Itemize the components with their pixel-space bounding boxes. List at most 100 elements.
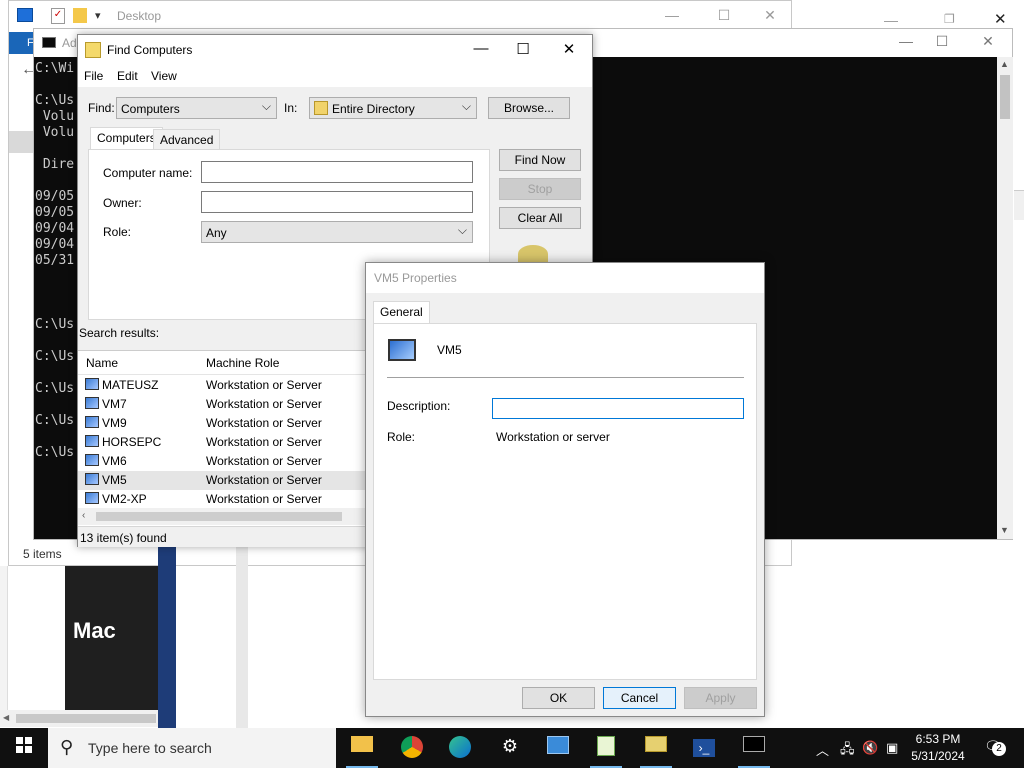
notification-badge: 2	[992, 742, 1006, 756]
directory-icon	[314, 101, 328, 115]
ok-button[interactable]: OK	[522, 687, 595, 709]
cancel-button[interactable]: Cancel	[603, 687, 676, 709]
separator	[387, 377, 744, 378]
computer-name: VM5	[437, 343, 462, 357]
start-button[interactable]	[0, 728, 48, 768]
tab-general[interactable]: General	[373, 301, 430, 324]
in-label: In:	[284, 101, 298, 115]
bg-close-button[interactable]: ✕	[994, 10, 1007, 28]
role-select[interactable]: Any ⌵	[201, 221, 473, 243]
cmd-close-button[interactable]: ✕	[968, 33, 1008, 50]
table-row-selected[interactable]: VM5 Workstation or Server	[78, 471, 366, 490]
notification-center-button[interactable]: 🗨 2	[984, 738, 1006, 756]
find-now-button[interactable]: Find Now	[499, 149, 581, 171]
results-horizontal-scrollbar[interactable]: ‹	[78, 508, 366, 525]
desktop-left-strip	[0, 566, 8, 710]
powershell-taskbar-button[interactable]: ›_	[680, 728, 728, 768]
description-label: Description:	[387, 399, 451, 413]
find-minimize-button[interactable]: —	[458, 40, 504, 57]
row-role: Workstation or Server	[206, 454, 322, 468]
console-line: Volu	[35, 109, 75, 124]
notepad-taskbar-button[interactable]	[582, 728, 630, 768]
in-location-select[interactable]: Entire Directory ⌵	[309, 97, 477, 119]
in-location-value: Entire Directory	[332, 102, 415, 116]
properties-icon[interactable]: ✓	[51, 8, 65, 24]
bg-minimize-button[interactable]: —	[884, 12, 898, 28]
scroll-left-icon[interactable]: ◀	[3, 713, 9, 722]
ribbon-file-tab[interactable]: F	[9, 32, 35, 54]
cmd-scroll-thumb[interactable]	[1000, 75, 1010, 119]
clock[interactable]: 6:53 PM 5/31/2024	[906, 731, 970, 765]
clear-all-button[interactable]: Clear All	[499, 207, 581, 229]
menu-edit[interactable]: Edit	[117, 69, 138, 83]
cmd-vertical-scrollbar[interactable]: ▲ ▼	[997, 57, 1013, 539]
cmd-minimize-button[interactable]: —	[886, 33, 926, 49]
display-icon[interactable]: ▣	[886, 740, 898, 756]
scroll-left-icon[interactable]: ‹	[82, 510, 85, 521]
file-explorer-taskbar-button[interactable]	[338, 728, 386, 768]
row-name: VM2-XP	[102, 492, 147, 506]
taskbar-search-box[interactable]: ⚲ Type here to search	[48, 728, 336, 768]
notepad-icon	[597, 736, 615, 756]
settings-taskbar-button[interactable]: ⚙	[486, 728, 534, 768]
table-row[interactable]: HORSEPC Workstation or Server	[78, 433, 366, 452]
find-close-button[interactable]: ✕	[546, 40, 592, 58]
find-maximize-button[interactable]: ☐	[500, 40, 546, 58]
table-row[interactable]: VM7 Workstation or Server	[78, 395, 366, 414]
stop-button[interactable]: Stop	[499, 178, 581, 200]
column-name-header[interactable]: Name	[86, 356, 118, 370]
cmd-maximize-button[interactable]: ☐	[922, 33, 962, 50]
new-folder-icon[interactable]	[73, 8, 87, 23]
row-role: Workstation or Server	[206, 416, 322, 430]
network-app-taskbar-button[interactable]	[534, 728, 582, 768]
scrollbar-strip	[236, 540, 248, 728]
browse-button[interactable]: Browse...	[488, 97, 570, 119]
scroll-down-icon[interactable]: ▼	[1000, 525, 1009, 535]
chevron-down-icon: ⌵	[261, 99, 271, 113]
explorer-hscroll-thumb[interactable]	[16, 714, 156, 723]
apply-button[interactable]: Apply	[684, 687, 757, 709]
row-role: Workstation or Server	[206, 397, 322, 411]
explorer-status: 5 items	[23, 547, 62, 561]
chrome-icon	[401, 736, 423, 758]
computer-icon	[85, 454, 99, 466]
scroll-up-icon[interactable]: ▲	[1000, 59, 1009, 69]
table-row[interactable]: VM6 Workstation or Server	[78, 452, 366, 471]
volume-muted-icon[interactable]: 🔇	[862, 740, 878, 756]
role-value: Any	[206, 226, 227, 240]
search-animation-icon	[518, 245, 548, 263]
results-scroll-thumb[interactable]	[96, 512, 342, 521]
console-line: 09/05	[35, 189, 75, 204]
cmd-taskbar-button[interactable]	[730, 728, 778, 768]
explorer-horizontal-scrollbar[interactable]: ◀	[0, 710, 158, 727]
chrome-taskbar-button[interactable]	[388, 728, 436, 768]
bg-restore-button[interactable]: ❐	[944, 12, 955, 26]
network-status-icon[interactable]: 🖧	[840, 740, 855, 762]
find-menubar: File Edit View	[78, 65, 592, 87]
owner-input[interactable]	[201, 191, 473, 213]
tab-computers[interactable]: Computers	[90, 127, 163, 150]
computer-name-input[interactable]	[201, 161, 473, 183]
description-input[interactable]	[492, 398, 744, 419]
column-machine-role-header[interactable]: Machine Role	[206, 356, 279, 370]
edge-taskbar-button[interactable]	[436, 728, 484, 768]
qat-dropdown-icon[interactable]: ▾	[95, 9, 101, 22]
clock-date: 5/31/2024	[911, 749, 965, 763]
menu-view[interactable]: View	[151, 69, 177, 83]
find-type-select[interactable]: Computers ⌵	[116, 97, 277, 119]
tab-advanced[interactable]: Advanced	[153, 129, 221, 150]
table-row[interactable]: VM2-XP Workstation or Server	[78, 490, 366, 509]
find-computers-taskbar-button[interactable]	[632, 728, 680, 768]
cmd-app-icon	[42, 37, 56, 48]
powershell-icon: ›_	[693, 739, 715, 757]
console-line: C:\Us	[35, 381, 75, 396]
console-line: Dire	[35, 157, 75, 172]
console-line: C:\Us	[35, 445, 75, 460]
chevron-up-icon[interactable]: ︿	[816, 740, 829, 759]
find-computers-icon	[85, 42, 101, 58]
computer-name-label: Computer name:	[103, 166, 193, 180]
table-row[interactable]: MATEUSZ Workstation or Server	[78, 376, 366, 395]
menu-file[interactable]: File	[84, 69, 103, 83]
find-title: Find Computers	[107, 43, 193, 57]
table-row[interactable]: VM9 Workstation or Server	[78, 414, 366, 433]
